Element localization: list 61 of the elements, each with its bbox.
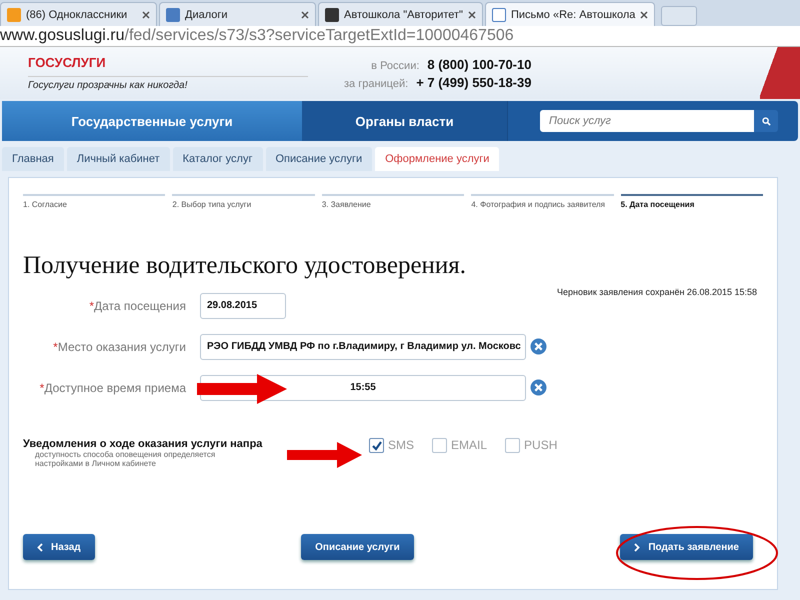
nav-item[interactable]: Органы власти (302, 101, 508, 141)
input-field[interactable]: РЭО ГИБДД УМВД РФ по г.Владимиру, г Владимир ул. Московс (200, 334, 526, 360)
field-label: *Доступное время приема (38, 380, 187, 394)
step-indicator: 3. Заявление (322, 194, 464, 209)
field-label: *Место оказания услуги (52, 340, 187, 354)
site-icon (492, 8, 506, 22)
checkbox-label: PUSH (524, 438, 558, 452)
step-indicator: 4. Фотография и подпись заявителя (471, 194, 614, 209)
flag-stripe (760, 47, 800, 99)
site-icon (166, 8, 180, 22)
close-icon[interactable] (640, 10, 648, 18)
phone-label: за границей: (344, 78, 408, 90)
checkbox-label: SMS (388, 438, 414, 452)
tab-title: Диалоги (185, 8, 229, 20)
search-field[interactable]: Поиск услуг (540, 110, 754, 132)
notification-heading: Уведомления о ходе оказания услуги напра (23, 438, 264, 450)
notification-hint: доступность способа оповещения определяется настройками в Личном кабинете (34, 450, 216, 468)
close-icon[interactable] (301, 10, 309, 18)
search-button[interactable] (754, 110, 778, 132)
tab-title: Автошкола "Авторитет" (344, 8, 463, 20)
logo-text[interactable]: ГОСУСЛУГИ (28, 55, 308, 70)
clear-icon[interactable] (530, 379, 547, 396)
breadcrumb-tab[interactable]: Описание услуги (266, 147, 372, 171)
page-title: Получение водительского удостоверения. (23, 251, 468, 279)
step-indicator: 5. Дата посещения (620, 194, 764, 209)
phone-number: 8 (800) 100-70-10 (427, 56, 532, 72)
nav-item[interactable]: Государственные услуги (2, 101, 302, 141)
checkbox[interactable] (432, 438, 448, 453)
tab-title: (86) Одноклассники (26, 8, 128, 20)
site-icon (7, 8, 21, 22)
checkbox[interactable] (369, 438, 384, 453)
slogan: Госуслуги прозрачны как никогда! (28, 76, 308, 91)
chevron-left-icon (37, 542, 43, 552)
field-label: *Дата посещения (88, 298, 187, 312)
checkbox[interactable] (505, 438, 520, 453)
close-icon[interactable] (468, 10, 476, 18)
browser-tab[interactable]: Автошкола "Авторитет" (318, 2, 483, 26)
chevron-right-icon (634, 542, 640, 552)
checkbox-label: EMAIL (451, 438, 488, 452)
search-icon (762, 116, 770, 126)
clear-icon[interactable] (530, 338, 547, 355)
input-field[interactable]: 29.08.2015 (200, 292, 286, 318)
draft-note: Черновик заявления сохранён 26.08.2015 15:58 (557, 287, 757, 297)
tab-title: Письмо «Re: Автошкола (510, 8, 636, 20)
breadcrumb-tab[interactable]: Оформление услуги (375, 147, 500, 171)
breadcrumb-tab[interactable]: Каталог услуг (172, 147, 262, 171)
submit-button[interactable]: Подать заявление (620, 534, 753, 560)
service-description-button[interactable]: Описание услуги (301, 534, 414, 560)
browser-tab[interactable]: Письмо «Re: Автошкола (484, 2, 656, 26)
breadcrumb-tab[interactable]: Главная (2, 147, 64, 171)
address-bar[interactable]: www.gosuslugi.ru/fed/services/s73/s3?serviceTargetExtId=10000467506 (0, 26, 800, 47)
back-button[interactable]: Назад (23, 534, 95, 560)
close-icon[interactable] (142, 10, 150, 18)
site-icon (325, 8, 339, 22)
step-indicator: 1. Согласие (23, 194, 166, 209)
step-indicator: 2. Выбор типа услуги (172, 194, 315, 209)
phone-number: + 7 (499) 550-18-39 (416, 74, 532, 90)
phone-label: в России: (371, 60, 420, 72)
browser-tab[interactable]: Диалоги (159, 2, 316, 26)
breadcrumb-tab[interactable]: Личный кабинет (66, 147, 170, 171)
browser-tab[interactable]: (86) Одноклассники (0, 2, 157, 26)
